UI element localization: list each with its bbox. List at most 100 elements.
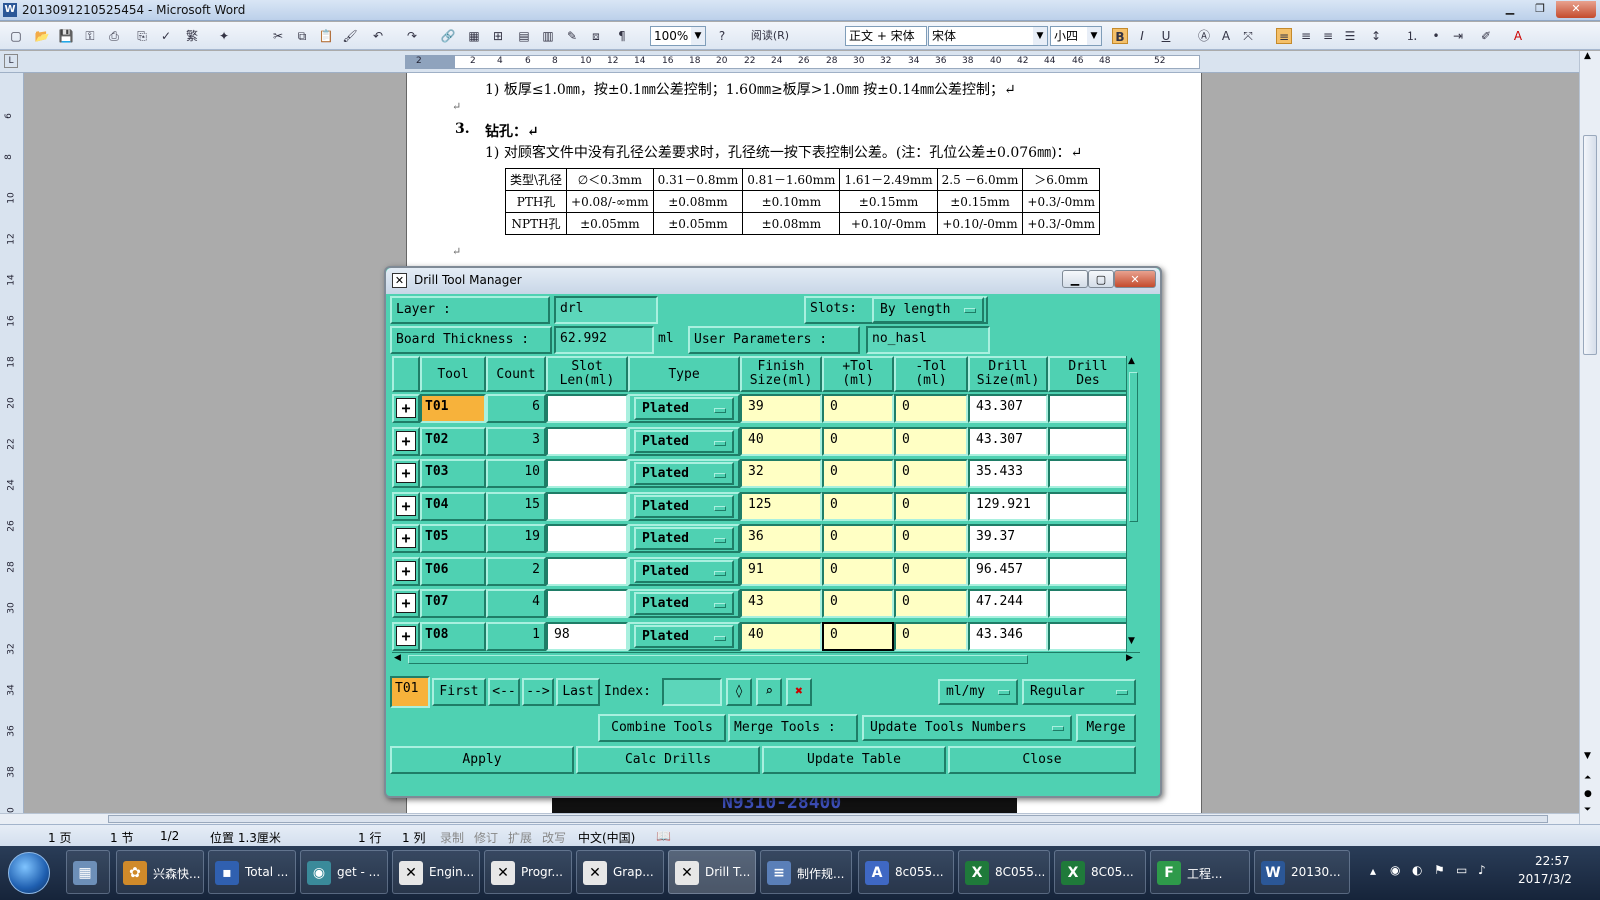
- minus-tol-input[interactable]: 0: [894, 589, 968, 618]
- minus-tol-input[interactable]: 0: [894, 426, 968, 456]
- minimize-button[interactable]: ▁: [1496, 1, 1524, 18]
- insert-excel-icon[interactable]: ▤: [516, 28, 532, 44]
- plated-select[interactable]: Plated: [634, 527, 734, 550]
- horizontal-scrollbar[interactable]: [0, 813, 1579, 824]
- user-parameters-field[interactable]: no_hasl: [866, 326, 990, 354]
- expand-icon[interactable]: +: [396, 593, 416, 613]
- type-option-menu[interactable]: Plated: [628, 524, 740, 553]
- expand-icon[interactable]: +: [396, 495, 416, 516]
- clock-time[interactable]: 22:57: [1535, 854, 1570, 868]
- minus-tol-input[interactable]: 0: [894, 491, 968, 521]
- line-spacing-icon[interactable]: ↕: [1368, 28, 1384, 44]
- prev-button[interactable]: <--: [488, 678, 520, 706]
- close-button[interactable]: ✕: [1556, 1, 1596, 18]
- read-mode-button[interactable]: 阅读(R): [740, 28, 800, 44]
- font-size-select[interactable]: 小四 ▼: [1050, 26, 1102, 46]
- drill-des-input[interactable]: [1048, 459, 1128, 488]
- status-track[interactable]: 修订: [474, 829, 498, 846]
- expand-icon[interactable]: +: [396, 398, 416, 418]
- drill-size-input[interactable]: 35.433: [968, 459, 1048, 488]
- close-dialog-button[interactable]: Close: [948, 746, 1136, 774]
- plus-tol-input[interactable]: 0: [822, 459, 894, 488]
- drill-des-input[interactable]: [1048, 589, 1128, 618]
- align-right-icon[interactable]: ≡: [1320, 28, 1336, 44]
- drill-size-input[interactable]: 43.346: [968, 621, 1048, 651]
- font-select[interactable]: 宋体 ▼: [928, 26, 1048, 46]
- monitor-icon[interactable]: ▭: [1456, 863, 1467, 877]
- minus-tol-input[interactable]: 0: [894, 524, 968, 553]
- bold-button[interactable]: B: [1112, 28, 1128, 44]
- new-document-icon[interactable]: ▢: [8, 28, 24, 44]
- taskbar-item[interactable]: ◉ get - ...: [300, 850, 388, 894]
- dialog-minimize-button[interactable]: ▁: [1062, 270, 1088, 288]
- columns-icon[interactable]: ▥: [540, 28, 556, 44]
- print-icon[interactable]: ⎙: [106, 28, 122, 44]
- taskbar-item[interactable]: W 20130...: [1254, 850, 1350, 894]
- volume-icon[interactable]: ♪: [1478, 863, 1486, 877]
- tool-cell[interactable]: T08: [420, 621, 486, 651]
- numbering-icon[interactable]: ⒈: [1404, 28, 1420, 44]
- update-table-button[interactable]: Update Table: [762, 746, 946, 774]
- start-button[interactable]: [8, 852, 50, 894]
- drill-des-input[interactable]: [1048, 426, 1128, 456]
- show-hide-icon[interactable]: ¶: [614, 28, 630, 44]
- bulb-icon[interactable]: ◊: [726, 678, 752, 706]
- finish-size-input[interactable]: 91: [740, 556, 822, 586]
- tool-cell[interactable]: T04: [420, 491, 486, 521]
- drill-size-input[interactable]: 43.307: [968, 394, 1048, 423]
- tool-cell[interactable]: T07: [420, 589, 486, 618]
- document-map-icon[interactable]: ⧈: [588, 28, 604, 44]
- minus-tol-input[interactable]: 0: [894, 621, 968, 651]
- grid-horizontal-scrollbar[interactable]: ◀ ▶: [392, 652, 1140, 666]
- slot-len-input[interactable]: [546, 394, 628, 423]
- slot-len-input[interactable]: 98: [546, 621, 628, 651]
- expand-cell[interactable]: +: [392, 426, 420, 456]
- plated-select[interactable]: Plated: [634, 397, 734, 420]
- mode-option-menu[interactable]: Regular: [1022, 679, 1136, 705]
- finish-size-input[interactable]: 40: [740, 426, 822, 456]
- underline-button[interactable]: U: [1158, 28, 1174, 44]
- clock-date[interactable]: 2017/3/2: [1518, 872, 1572, 886]
- grid-vertical-scrollbar[interactable]: ▲ ▼: [1126, 356, 1140, 652]
- antivirus-icon[interactable]: ◐: [1412, 863, 1422, 877]
- type-option-menu[interactable]: Plated: [628, 589, 740, 618]
- taskbar-item[interactable]: ▪ Total ...: [208, 850, 296, 894]
- plus-tol-input[interactable]: 0: [822, 491, 894, 521]
- scroll-thumb[interactable]: [1129, 372, 1138, 522]
- tool-cell[interactable]: T05: [420, 524, 486, 553]
- dialog-close-button[interactable]: ✕: [1114, 270, 1156, 288]
- undo-icon[interactable]: ↶: [370, 28, 386, 44]
- bullets-icon[interactable]: •: [1428, 28, 1444, 44]
- drill-size-input[interactable]: 47.244: [968, 589, 1048, 618]
- drill-des-input[interactable]: [1048, 491, 1128, 521]
- research-icon[interactable]: ✦: [216, 28, 232, 44]
- tool-cell[interactable]: T06: [420, 556, 486, 586]
- status-overtype[interactable]: 改写: [542, 829, 566, 846]
- type-option-menu[interactable]: Plated: [628, 491, 740, 521]
- plated-select[interactable]: Plated: [634, 624, 734, 648]
- taskbar-item[interactable]: ✕ Progr...: [484, 850, 572, 894]
- drill-size-input[interactable]: 129.921: [968, 491, 1048, 521]
- drill-des-input[interactable]: [1048, 524, 1128, 553]
- merge-button[interactable]: Merge: [1076, 714, 1136, 742]
- tool-cell[interactable]: T03: [420, 459, 486, 488]
- calc-drills-button[interactable]: Calc Drills: [576, 746, 760, 774]
- align-center-icon[interactable]: ≡: [1298, 28, 1314, 44]
- print-preview-icon[interactable]: ⎘: [134, 28, 150, 44]
- select-browse-object-icon[interactable]: ●: [1584, 789, 1592, 799]
- finish-size-input[interactable]: 40: [740, 621, 822, 651]
- board-thickness-field[interactable]: 62.992: [554, 326, 654, 354]
- drill-size-input[interactable]: 43.307: [968, 426, 1048, 456]
- cancel-search-icon[interactable]: ✖: [786, 678, 812, 706]
- tab-selector-icon[interactable]: L: [4, 54, 18, 68]
- permission-icon[interactable]: ⚿: [82, 28, 98, 44]
- char-border-icon[interactable]: Ⓐ: [1196, 28, 1212, 44]
- dialog-maximize-button[interactable]: ▢: [1088, 270, 1114, 288]
- plus-tol-input[interactable]: 0: [822, 394, 894, 423]
- redo-icon[interactable]: ↷: [404, 28, 420, 44]
- type-option-menu[interactable]: Plated: [628, 426, 740, 456]
- expand-cell[interactable]: +: [392, 589, 420, 618]
- network-icon[interactable]: ⚑: [1434, 863, 1445, 877]
- taskbar-item[interactable]: A 8c055...: [858, 850, 954, 894]
- drill-des-input[interactable]: [1048, 556, 1128, 586]
